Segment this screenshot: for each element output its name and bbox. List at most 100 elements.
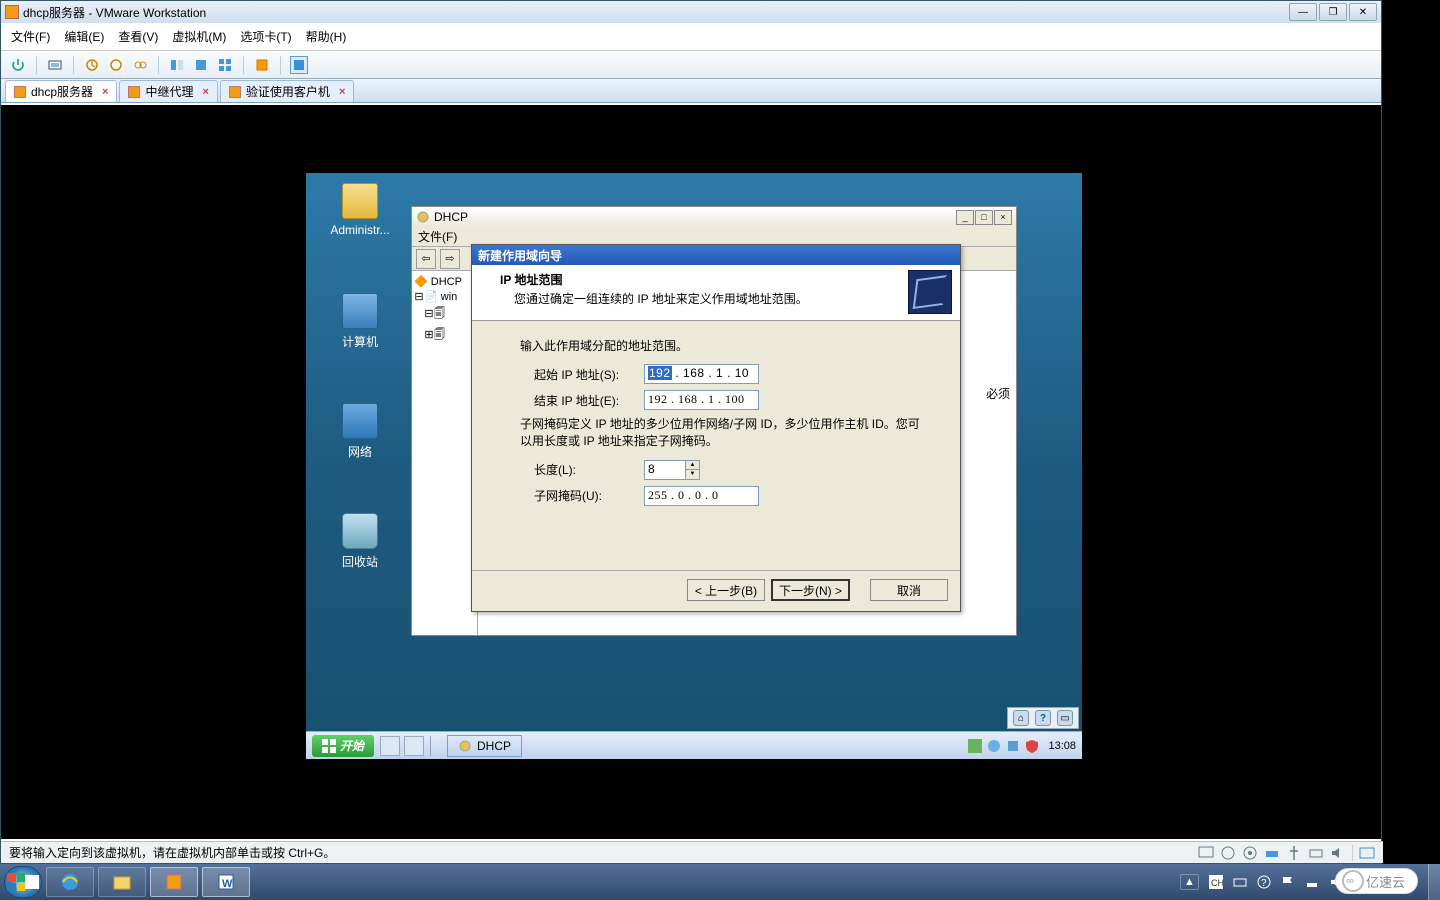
menu-view[interactable]: 查看(V)	[118, 28, 158, 45]
tray-icon[interactable]	[1006, 739, 1020, 753]
mmc-titlebar[interactable]: DHCP _ □ ×	[412, 207, 1016, 227]
end-ip-input[interactable]: 192 . 168 . 1 . 100	[644, 390, 759, 410]
toolbar-view3-icon[interactable]	[216, 56, 234, 74]
taskbar-ie[interactable]	[46, 867, 94, 897]
taskbar-word[interactable]: W	[202, 867, 250, 897]
vmware-icon	[5, 5, 19, 19]
tray-icon[interactable]	[968, 739, 982, 753]
quick-launch-icon[interactable]	[404, 736, 424, 756]
taskbar-item-dhcp[interactable]: DHCP	[447, 735, 522, 757]
tab-dhcp-server[interactable]: dhcp服务器 ×	[5, 80, 117, 102]
tab-close-icon[interactable]: ×	[202, 86, 208, 98]
mmc-hint-text: 必须	[986, 385, 1010, 402]
spin-up-icon[interactable]: ▲	[686, 461, 699, 471]
length-input[interactable]: 8	[644, 460, 686, 480]
maximize-button[interactable]: ❐	[1319, 3, 1347, 21]
desktop-icon-computer[interactable]: 计算机	[320, 293, 400, 350]
indicator-icon[interactable]: ⌂	[1013, 710, 1029, 726]
status-usb-icon[interactable]	[1286, 845, 1302, 861]
start-ip-input[interactable]: 192 . 168 . 1 . 10	[644, 364, 759, 384]
desktop-icon-network[interactable]: 网络	[320, 403, 400, 460]
taskbar-vmware[interactable]	[150, 867, 198, 897]
toolbar-view2-icon[interactable]	[192, 56, 210, 74]
menu-vm[interactable]: 虚拟机(M)	[172, 28, 226, 45]
tray-network-icon[interactable]	[1305, 875, 1319, 889]
tray-lang-icon[interactable]: CH	[1209, 875, 1223, 889]
tree-node[interactable]: ⊟🗐	[414, 304, 475, 325]
icon-label: 计算机	[320, 333, 400, 350]
nav-forward-icon[interactable]: ⇨	[440, 249, 460, 269]
tray-shield-icon[interactable]	[1025, 739, 1039, 753]
tab-close-icon[interactable]: ×	[102, 86, 108, 98]
tab-relay-agent[interactable]: 中继代理 ×	[119, 80, 217, 102]
minimize-button[interactable]: —	[1289, 3, 1317, 21]
toolbar-view1-icon[interactable]	[168, 56, 186, 74]
mmc-maximize-button[interactable]: □	[975, 210, 993, 225]
cancel-button[interactable]: 取消	[870, 579, 948, 601]
tree-root[interactable]: 🔶 DHCP	[414, 274, 475, 289]
toolbar-devices-icon[interactable]	[46, 56, 64, 74]
toolbar-snapshot2-icon[interactable]	[107, 56, 125, 74]
mmc-title-text: DHCP	[434, 210, 468, 224]
tab-label: dhcp服务器	[31, 83, 93, 100]
guest-desktop[interactable]: Administr... 计算机 网络 回收站 DHCP	[306, 173, 1082, 759]
vmware-status-bar: 要将输入定向到该虚拟机，请在虚拟机内部单击或按 Ctrl+G。	[1, 841, 1383, 863]
spin-down-icon[interactable]: ▼	[686, 470, 699, 479]
back-button[interactable]: < 上一步(B)	[687, 579, 765, 601]
tree-server[interactable]: ⊟📄 win	[414, 289, 475, 304]
menu-edit[interactable]: 编辑(E)	[64, 28, 104, 45]
menu-tabs[interactable]: 选项卡(T)	[240, 28, 291, 45]
wizard-banner-title: IP 地址范围	[500, 271, 948, 288]
wizard-titlebar[interactable]: 新建作用域向导	[472, 245, 960, 265]
status-message-icon[interactable]	[1359, 845, 1375, 861]
menu-file[interactable]: 文件(F)	[11, 28, 50, 45]
status-display-icon[interactable]	[1198, 845, 1214, 861]
status-network-icon[interactable]	[1264, 845, 1280, 861]
mmc-close-button[interactable]: ×	[994, 210, 1012, 225]
start-button[interactable]: 开始	[312, 735, 374, 757]
nav-back-icon[interactable]: ⇦	[416, 249, 436, 269]
tree-node[interactable]: ⊞🗐	[414, 325, 475, 346]
menu-help[interactable]: 帮助(H)	[306, 28, 347, 45]
indicator-icon[interactable]: ▭	[1057, 710, 1073, 726]
tray-keyboard-icon[interactable]	[1233, 875, 1247, 889]
mmc-menu-file[interactable]: 文件(F)	[418, 228, 457, 245]
toolbar-fullscreen-icon[interactable]	[290, 56, 308, 74]
toolbar-unity-icon[interactable]	[253, 56, 271, 74]
tab-close-icon[interactable]: ×	[339, 86, 345, 98]
toolbar-snapshot-icon[interactable]	[83, 56, 101, 74]
host-start-button[interactable]	[4, 866, 42, 898]
status-hdd-icon[interactable]	[1220, 845, 1236, 861]
tray-icon[interactable]	[987, 739, 1001, 753]
desktop-icon-recycle-bin[interactable]: 回收站	[320, 513, 400, 570]
tree-label: DHCP	[431, 276, 462, 288]
tab-label: 中继代理	[145, 83, 193, 100]
status-cd-icon[interactable]	[1242, 845, 1258, 861]
guest-display-area[interactable]: Administr... 计算机 网络 回收站 DHCP	[1, 105, 1381, 839]
next-button[interactable]: 下一步(N) >	[771, 579, 850, 601]
tab-verify-client[interactable]: 验证使用客户机 ×	[220, 80, 354, 102]
toolbar-power-on-icon[interactable]	[9, 56, 27, 74]
status-printer-icon[interactable]	[1308, 845, 1324, 861]
mmc-tree[interactable]: 🔶 DHCP ⊟📄 win ⊟🗐 ⊞🗐	[412, 271, 478, 635]
help-icon[interactable]: ?	[1035, 710, 1051, 726]
status-sound-icon[interactable]	[1330, 845, 1346, 861]
dhcp-icon	[458, 739, 472, 753]
tray-help-icon[interactable]: ?	[1257, 875, 1271, 889]
subnet-mask-input[interactable]: 255 . 0 . 0 . 0	[644, 486, 759, 506]
host-titlebar[interactable]: dhcp服务器 - VMware Workstation — ❐ ✕	[1, 1, 1381, 23]
length-spinner[interactable]: ▲▼	[686, 460, 700, 480]
mmc-minimize-button[interactable]: _	[956, 210, 974, 225]
vmware-window: dhcp服务器 - VMware Workstation — ❐ ✕ 文件(F)…	[0, 0, 1382, 864]
show-desktop-button[interactable]	[1428, 864, 1440, 900]
tray-flag-icon[interactable]	[1281, 875, 1295, 889]
taskbar-explorer[interactable]	[98, 867, 146, 897]
desktop-icon-administrator[interactable]: Administr...	[320, 183, 400, 237]
toolbar-snapshot-mgr-icon[interactable]	[131, 56, 149, 74]
tray-chevron-icon[interactable]: ▲	[1180, 874, 1199, 890]
guest-clock[interactable]: 13:08	[1048, 740, 1076, 752]
computer-icon	[342, 293, 378, 329]
quick-launch-icon[interactable]	[380, 736, 400, 756]
svg-text:CH: CH	[1211, 878, 1223, 888]
close-button[interactable]: ✕	[1349, 3, 1377, 21]
